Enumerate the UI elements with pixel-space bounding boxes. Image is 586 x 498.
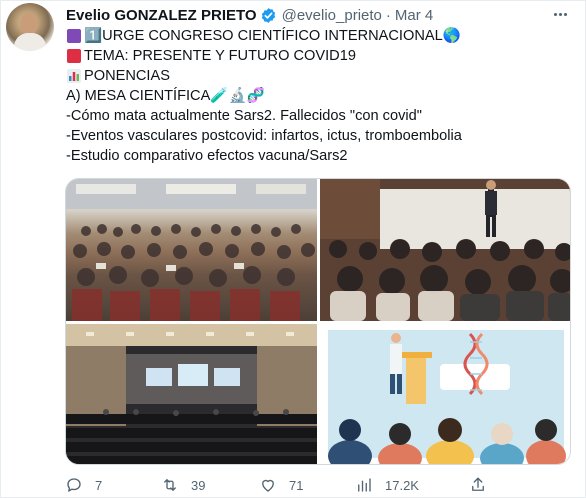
avatar-body <box>14 33 46 51</box>
tweet-actions: 7 39 71 17.2K <box>65 475 555 495</box>
tweet-line: A) MESA CIENTÍFICA🧪🔬🧬 <box>66 86 571 106</box>
tweet-line-text: -Estudio comparativo efectos vacuna/Sars… <box>66 148 348 164</box>
conference-illustration <box>320 324 570 464</box>
tweet-line: PONENCIAS <box>66 66 571 86</box>
author-name[interactable]: Evelio GONZALEZ PRIETO <box>66 7 257 24</box>
like-count: 71 <box>289 477 304 493</box>
tweet-line: TEMA: PRESENTE Y FUTURO COVID19 <box>66 46 571 66</box>
retweet-action[interactable]: 39 <box>161 475 205 495</box>
tweet-date[interactable]: Mar 4 <box>395 7 433 24</box>
retweet-count: 39 <box>191 477 206 493</box>
avatar-face <box>20 13 38 35</box>
scientific-conference-illustration[interactable] <box>320 324 570 464</box>
views-icon <box>358 478 371 492</box>
author-handle[interactable]: @evelio_prieto <box>282 7 382 24</box>
more-options-icon[interactable] <box>549 3 571 25</box>
purple-square-icon <box>67 29 81 43</box>
tweet-line-text: -Eventos vasculares postcovid: infartos,… <box>66 128 462 144</box>
reply-action[interactable]: 7 <box>65 475 102 495</box>
speaker-illustration <box>320 179 570 321</box>
tweet-line: 1️⃣URGE CONGRESO CIENTÍFICO INTERNACIONA… <box>66 26 571 46</box>
share-action[interactable] <box>469 475 499 495</box>
speaker-on-stage-photo[interactable] <box>320 179 570 321</box>
tweet-line: -Estudio comparativo efectos vacuna/Sars… <box>66 146 571 166</box>
bar-chart-icon <box>67 69 81 83</box>
like-action[interactable]: 71 <box>259 475 303 495</box>
avatar[interactable] <box>6 3 54 51</box>
more-dot <box>558 12 562 16</box>
audience-illustration <box>66 179 317 321</box>
views-action[interactable]: 17.2K <box>355 475 419 495</box>
verified-badge-icon <box>261 7 275 23</box>
reply-icon <box>67 478 81 492</box>
reply-count: 7 <box>95 477 103 493</box>
auditorium-photo[interactable] <box>66 324 317 464</box>
tweet-line-text: TEMA: PRESENTE Y FUTURO COVID19 <box>84 48 356 64</box>
tweet-text: 1️⃣URGE CONGRESO CIENTÍFICO INTERNACIONA… <box>66 26 571 166</box>
auditorium-illustration <box>66 324 317 464</box>
tweet-line: -Cómo mata actualmente Sars2. Fallecidos… <box>66 106 571 126</box>
tweet-line-text: -Cómo mata actualmente Sars2. Fallecidos… <box>66 108 422 124</box>
conference-audience-photo[interactable] <box>66 179 317 321</box>
tweet-header: Evelio GONZALEZ PRIETO @evelio_prieto · … <box>66 5 433 25</box>
tweet-line-text: PONENCIAS <box>84 68 170 84</box>
more-dot <box>553 12 557 16</box>
media-grid <box>65 178 571 465</box>
red-square-icon <box>67 49 81 63</box>
more-dot <box>563 12 567 16</box>
retweet-icon <box>164 479 176 491</box>
tweet-line: -Eventos vasculares postcovid: infartos,… <box>66 126 571 146</box>
share-icon <box>472 477 484 491</box>
tweet-line-text: 1️⃣URGE CONGRESO CIENTÍFICO INTERNACIONA… <box>84 28 461 44</box>
header-separator: · <box>385 6 391 24</box>
tweet-line-text: A) MESA CIENTÍFICA🧪🔬🧬 <box>66 88 265 104</box>
heart-icon <box>262 479 274 492</box>
tweet[interactable]: Evelio GONZALEZ PRIETO @evelio_prieto · … <box>0 0 586 498</box>
views-count: 17.2K <box>385 477 419 493</box>
